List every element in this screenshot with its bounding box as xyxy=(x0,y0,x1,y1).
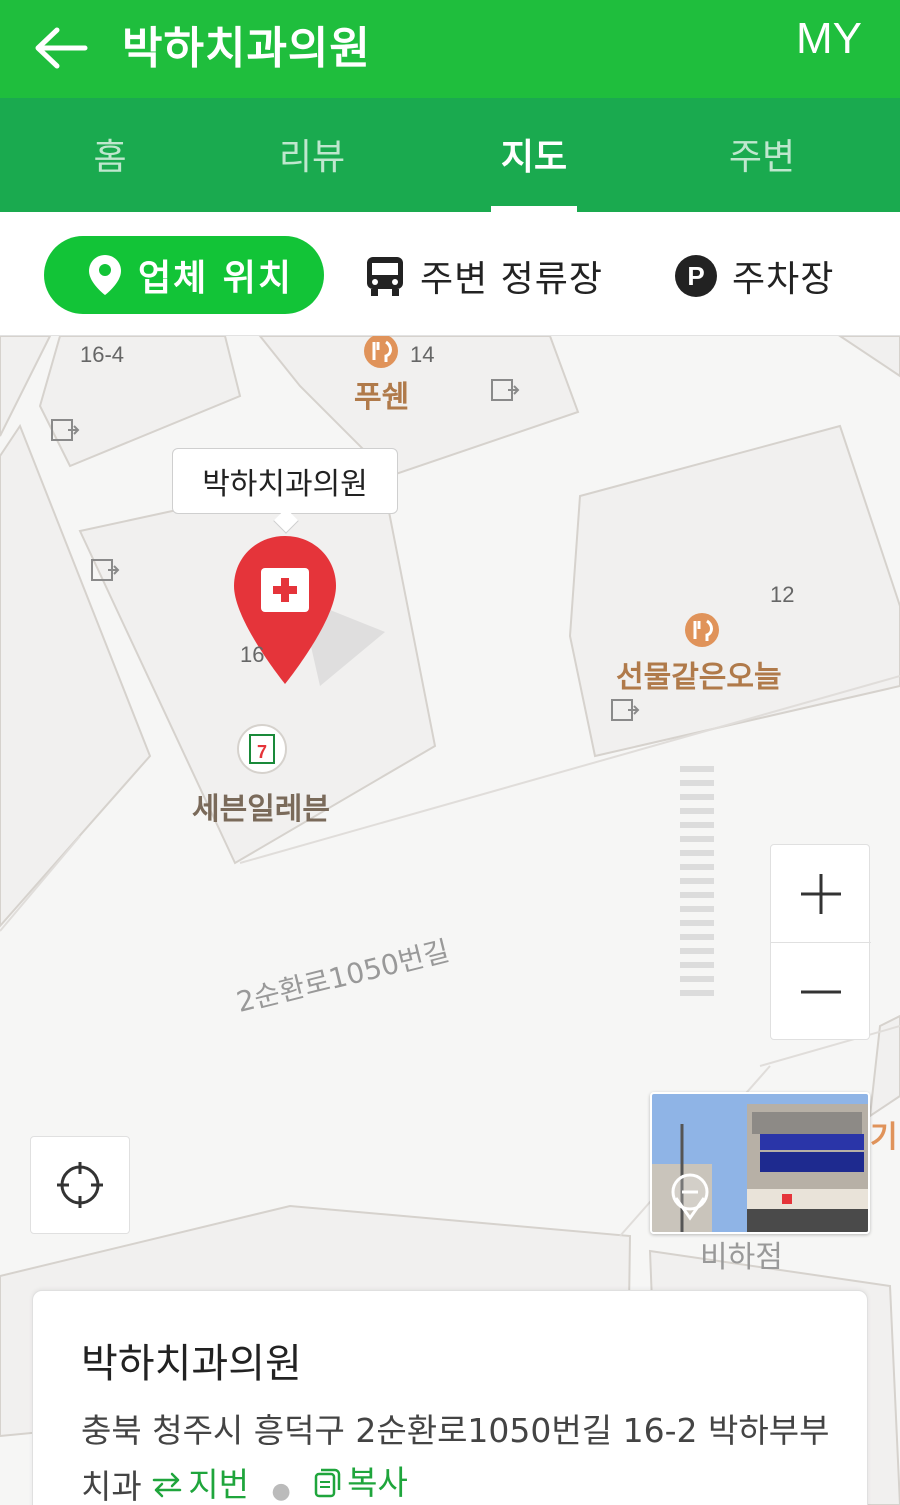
map-view[interactable]: 7 16-4 16 14 12 푸쉔 선물같은오늘 세븐일레븐 2순환로1050… xyxy=(0,336,900,1505)
nearby-stops-label: 주변 정류장 xyxy=(420,259,604,300)
zoom-in-button[interactable] xyxy=(771,845,871,942)
back-arrow-icon xyxy=(35,27,88,69)
business-location-label: 업체 위치 xyxy=(138,258,294,299)
pin-callout[interactable]: 박하치과의원 xyxy=(172,448,398,514)
parking-icon: P xyxy=(675,255,717,297)
top-bar: 박하치과의원 MY xyxy=(0,0,900,98)
street-view-image xyxy=(652,1094,868,1232)
lot-address-label: 지번 xyxy=(188,1465,249,1504)
tab-home[interactable]: 홈 xyxy=(25,128,195,180)
lot-number: 16-4 xyxy=(80,342,125,367)
street-view-thumbnail[interactable] xyxy=(650,1092,870,1234)
poi-label-edge: 비하점 xyxy=(700,1240,783,1275)
back-button[interactable] xyxy=(30,18,92,78)
current-location-button[interactable] xyxy=(30,1136,130,1234)
restaurant-icon xyxy=(685,613,719,647)
lot-number: 16 xyxy=(240,642,265,667)
crosshair-icon xyxy=(57,1162,103,1208)
svg-text:P: P xyxy=(687,261,704,291)
poi-label-gift-today[interactable]: 선물같은오늘 xyxy=(616,652,782,696)
poi-label-edge: 기리 xyxy=(870,1120,900,1155)
zoom-controls xyxy=(770,844,871,1040)
poi-label-pushen[interactable]: 푸쉔 xyxy=(354,372,409,416)
convenience-store-icon: 7 xyxy=(237,724,287,774)
place-info-card[interactable]: 박하치과의원 충북 청주시 흥덕구 2순환로1050번길 16-2 박하부부치과… xyxy=(32,1290,868,1505)
nearby-stops-chip[interactable]: 주변 정류장 xyxy=(364,250,603,302)
parking-chip[interactable]: P 주차장 xyxy=(674,250,834,302)
poi-label-seven-eleven[interactable]: 세븐일레븐 xyxy=(192,784,330,828)
copy-address-button[interactable]: 복사 xyxy=(313,1457,408,1505)
minus-icon xyxy=(801,990,841,993)
swap-arrows-icon xyxy=(152,1472,182,1498)
page-title: 박하치과의원 xyxy=(122,23,371,74)
filter-bar: 업체 위치 주변 정류장 P 주차장 xyxy=(0,212,900,336)
place-address-block: 충북 청주시 흥덕구 2순환로1050번길 16-2 박하부부치과 지번 ● 복… xyxy=(81,1405,841,1505)
location-pin-icon xyxy=(89,255,121,295)
business-location-chip[interactable]: 업체 위치 xyxy=(44,236,324,314)
tab-map[interactable]: 지도 xyxy=(449,128,619,180)
zoom-out-button[interactable] xyxy=(771,943,871,1040)
place-name: 박하치과의원 xyxy=(81,1341,302,1387)
svg-text:7: 7 xyxy=(257,742,267,762)
my-button[interactable]: MY xyxy=(796,14,862,64)
tab-bar: 홈 리뷰 지도 주변 xyxy=(0,98,900,212)
copy-label: 복사 xyxy=(347,1463,408,1502)
tab-review[interactable]: 리뷰 xyxy=(227,128,397,180)
parking-label: 주차장 xyxy=(732,259,835,300)
copy-icon xyxy=(314,1468,341,1498)
separator-dot: ● xyxy=(271,1479,291,1504)
poi-number: 14 xyxy=(410,342,435,367)
plus-icon xyxy=(801,873,841,914)
lot-address-toggle[interactable]: 지번 xyxy=(152,1459,249,1505)
poi-number: 12 xyxy=(770,582,795,607)
tab-nearby[interactable]: 주변 xyxy=(677,128,847,180)
bus-icon xyxy=(367,257,403,296)
